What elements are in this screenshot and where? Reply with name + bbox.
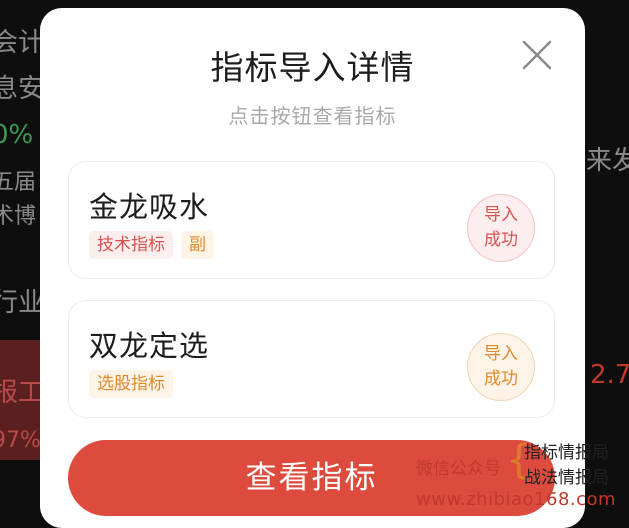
indicator-tags: 技术指标 副 (89, 231, 214, 260)
close-button[interactable] (516, 34, 558, 76)
status-text: 导入 (484, 344, 518, 365)
indicator-name: 双龙定选 (89, 329, 210, 363)
background-text: 来发 (586, 146, 629, 176)
indicator-card[interactable]: 金龙吸水 技术指标 副 导入 成功 (68, 161, 555, 279)
indicator-name: 金龙吸水 (89, 190, 210, 224)
background-text: 0% (0, 120, 34, 150)
watermark-label: 微信公众号 (416, 459, 501, 479)
background-text: 术博 (0, 204, 37, 229)
background-text: 会计 (0, 28, 45, 58)
dialog-title: 指标导入详情 (210, 48, 415, 87)
background-text: 息安 (0, 74, 45, 104)
status-text: 成功 (484, 369, 518, 389)
background-text: 报工 (0, 378, 45, 408)
import-status-badge: 导入 成功 (467, 194, 535, 262)
indicator-tags: 选股指标 (89, 370, 173, 399)
background-text: 行业 (0, 288, 45, 318)
dialog-subtitle: 点击按钮查看指标 (228, 104, 397, 128)
import-status-badge: 导入 成功 (467, 333, 535, 401)
watermark: 微信公众号 { 指标情报局 战法情报局 www.zhibiao168.com (416, 436, 629, 514)
background-text: 五届 (0, 170, 37, 195)
watermark-url: www.zhibiao168.com (416, 489, 617, 510)
background-text: 2.7 (590, 360, 629, 390)
watermark-line: 指标情报局 (524, 443, 609, 463)
status-text: 导入 (484, 205, 518, 226)
close-icon (522, 40, 552, 70)
status-text: 成功 (484, 230, 518, 250)
indicator-tag: 副 (181, 231, 214, 260)
indicator-tag: 技术指标 (89, 231, 173, 260)
watermark-line: 战法情报局 (524, 468, 609, 488)
indicator-card[interactable]: 双龙定选 选股指标 导入 成功 (68, 300, 555, 418)
indicator-tag: 选股指标 (89, 370, 173, 399)
background-text: 97% (0, 428, 41, 453)
